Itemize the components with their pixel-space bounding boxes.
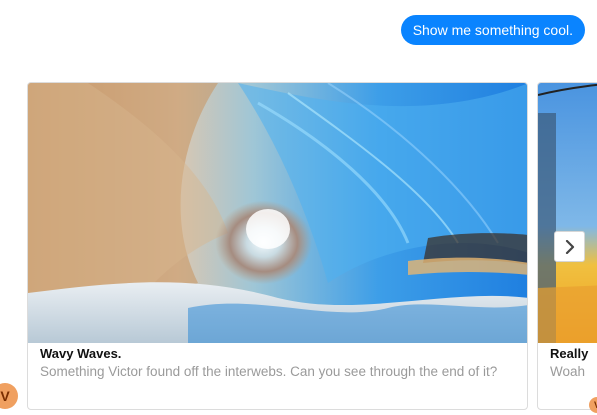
card-image-wave[interactable] <box>28 83 527 343</box>
card-title: Really <box>550 346 589 361</box>
card-subtitle: Woah <box>550 364 586 379</box>
carousel-card[interactable]: Wavy Waves. Something Victor found off t… <box>27 82 528 410</box>
card-carousel[interactable]: Wavy Waves. Something Victor found off t… <box>0 0 597 415</box>
card-subtitle: Something Victor found off the interwebs… <box>40 364 498 379</box>
carousel-next-button[interactable] <box>554 231 585 262</box>
card-title: Wavy Waves. <box>40 346 122 361</box>
card-image-sunset[interactable] <box>538 83 597 343</box>
chevron-right-icon <box>565 239 574 254</box>
